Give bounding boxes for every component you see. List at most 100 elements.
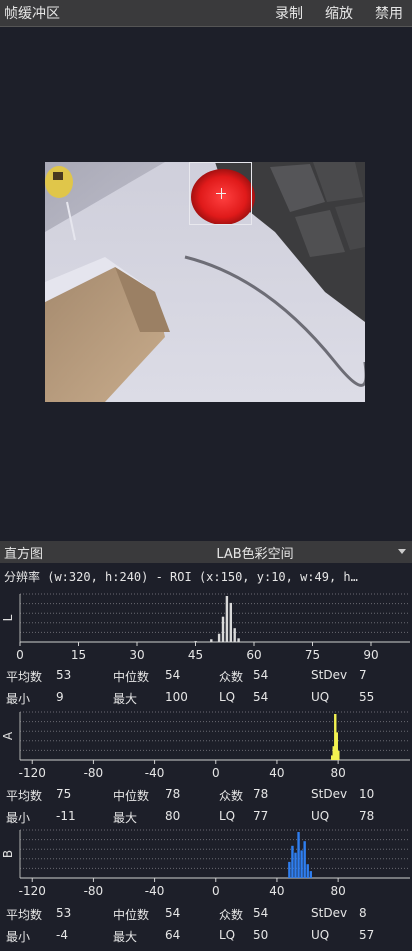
histogram-bar — [210, 639, 213, 642]
stat-value-max: 80 — [165, 809, 181, 823]
panel-title: 帧缓冲区 — [4, 6, 60, 22]
x-tick-label: 0 — [16, 648, 24, 662]
histogram-bar — [300, 850, 303, 878]
histogram-bar — [291, 845, 294, 878]
x-tick-label: 40 — [269, 766, 284, 780]
stat-label-median: 中位数 — [113, 908, 150, 922]
x-tick-label: 45 — [188, 648, 203, 662]
histogram-bar — [288, 861, 291, 878]
x-tick-label: -40 — [145, 884, 165, 898]
x-tick-label: 30 — [129, 648, 144, 662]
stat-value-mean: 53 — [56, 906, 72, 920]
toolbar-menu: 录制 缩放 禁用 — [258, 3, 408, 23]
stat-label-mean: 平均数 — [6, 670, 43, 684]
x-tick-label: 0 — [212, 766, 220, 780]
stats-a-channel: 平均数 75 中位数 78 众数 78 StDev 10 最小 -11 最大 80 LQ 77 UQ 78 — [0, 785, 412, 829]
histogram-bar — [294, 852, 297, 878]
stat-label-mode: 众数 — [219, 670, 244, 684]
stat-value-mode: 54 — [253, 668, 269, 682]
framebuffer-toolbar: 帧缓冲区 录制 缩放 禁用 — [0, 0, 412, 27]
colorspace-selected-value: LAB色彩空间 — [216, 546, 294, 562]
stat-label-uq: UQ — [311, 690, 330, 704]
stat-value-min: 9 — [56, 690, 64, 704]
stat-label-mode: 众数 — [219, 908, 244, 922]
disable-button[interactable]: 禁用 — [370, 3, 408, 23]
stat-value-uq: 57 — [359, 928, 375, 942]
framebuffer-viewer[interactable] — [0, 27, 412, 539]
x-tick-label: 15 — [71, 648, 86, 662]
x-tick-label: 40 — [269, 884, 284, 898]
histogram-bar — [303, 841, 306, 878]
stat-label-lq: LQ — [219, 928, 236, 942]
histogram-l-plot: L 0 15 30 45 60 75 90 — [1, 593, 410, 662]
x-tick-label: 80 — [330, 884, 345, 898]
stat-value-mean: 53 — [56, 668, 72, 682]
stat-value-stdev: 7 — [359, 668, 367, 682]
stat-label-stdev: StDev — [311, 668, 348, 682]
roi-crosshair-vertical — [221, 188, 222, 199]
stats-b-channel: 平均数 53 中位数 54 众数 54 StDev 8 最小 -4 最大 64 LQ 50 UQ 57 — [0, 904, 412, 948]
stat-label-mean: 平均数 — [6, 789, 43, 803]
stat-label-min: 最小 — [6, 811, 31, 825]
stat-value-max: 64 — [165, 928, 181, 942]
stat-value-max: 100 — [165, 690, 188, 704]
x-tick-label: 80 — [330, 766, 345, 780]
stat-value-lq: 77 — [253, 809, 269, 823]
stat-label-min: 最小 — [6, 692, 31, 706]
stat-label-median: 中位数 — [113, 670, 150, 684]
stat-label-stdev: StDev — [311, 787, 348, 801]
stat-value-median: 54 — [165, 668, 181, 682]
x-tick-label: 90 — [363, 648, 378, 662]
histogram-bar — [221, 616, 225, 642]
stat-value-mode: 78 — [253, 787, 269, 801]
histogram-bar — [233, 628, 236, 642]
histogram-title: 直方图 — [4, 546, 44, 562]
histogram-bar — [217, 633, 221, 642]
x-tick-label: -40 — [145, 766, 165, 780]
colorspace-select[interactable]: LAB色彩空间 — [170, 541, 412, 563]
stat-value-uq: 78 — [359, 809, 375, 823]
zoom-button[interactable]: 缩放 — [320, 3, 358, 23]
x-tick-label: -80 — [84, 884, 104, 898]
channel-axis-label: B — [1, 850, 15, 858]
stat-value-uq: 55 — [359, 690, 375, 704]
x-tick-label: 60 — [246, 648, 261, 662]
resolution-roi-info: 分辨率 (w:320, h:240) - ROI (x:150, y:10, w… — [4, 570, 358, 584]
stat-label-median: 中位数 — [113, 789, 150, 803]
stat-value-min: -11 — [56, 809, 76, 823]
stat-value-min: -4 — [56, 928, 68, 942]
histogram-a-plot: A -120 -80 -40 0 40 80 — [1, 711, 410, 780]
x-tick-label: -120 — [19, 884, 46, 898]
stat-label-max: 最大 — [113, 811, 138, 825]
histogram-b-plot: B -120 -80 -40 0 40 80 — [1, 829, 410, 898]
roi-selection-box[interactable] — [189, 162, 252, 225]
stat-label-max: 最大 — [113, 692, 138, 706]
stat-label-lq: LQ — [219, 809, 236, 823]
stat-value-stdev: 8 — [359, 906, 367, 920]
stat-value-lq: 54 — [253, 690, 269, 704]
histogram-bar — [337, 750, 340, 760]
histogram-bar — [237, 638, 240, 642]
stat-label-mode: 众数 — [219, 789, 244, 803]
stat-value-mode: 54 — [253, 906, 269, 920]
stat-value-stdev: 10 — [359, 787, 375, 801]
chevron-down-icon — [398, 549, 406, 554]
stats-l-channel: 平均数 53 中位数 54 众数 54 StDev 7 最小 9 最大 100 LQ 54 UQ 55 — [0, 666, 412, 710]
stat-label-stdev: StDev — [311, 906, 348, 920]
x-tick-label: -80 — [84, 766, 104, 780]
stat-value-lq: 50 — [253, 928, 269, 942]
histogram-bar — [297, 832, 300, 878]
stat-value-median: 54 — [165, 906, 181, 920]
record-button[interactable]: 录制 — [270, 3, 308, 23]
stat-label-uq: UQ — [311, 928, 330, 942]
histogram-header: 直方图 LAB色彩空间 — [0, 541, 412, 563]
stat-label-uq: UQ — [311, 809, 330, 823]
stat-label-min: 最小 — [6, 930, 31, 944]
histogram-a-channel: A -120 -80 -40 0 40 80 — [0, 708, 412, 783]
x-tick-label: 75 — [305, 648, 320, 662]
x-tick-label: 0 — [212, 884, 220, 898]
stat-label-lq: LQ — [219, 690, 236, 704]
histogram-bar — [229, 602, 232, 642]
histogram-bar — [225, 596, 229, 642]
histogram-bar — [309, 871, 312, 878]
